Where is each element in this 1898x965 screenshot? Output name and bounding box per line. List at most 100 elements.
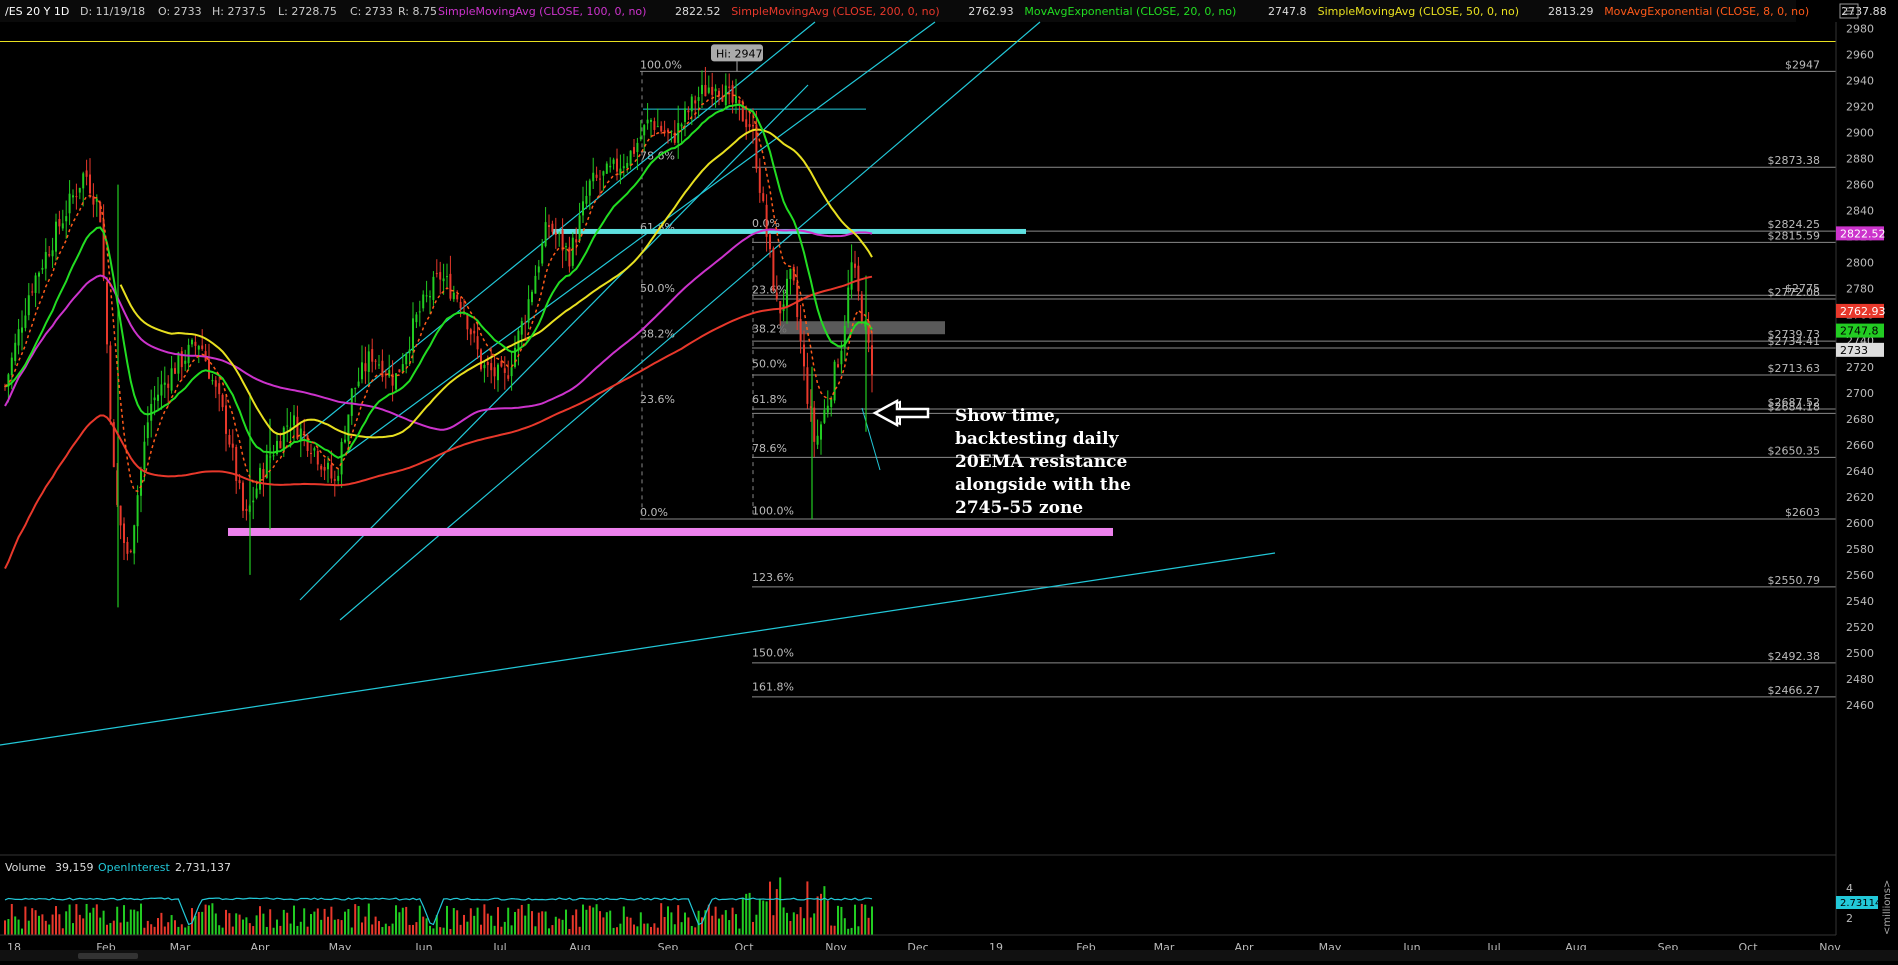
candle-body bbox=[820, 424, 822, 440]
candle-body bbox=[527, 299, 530, 323]
candle-body bbox=[772, 248, 775, 291]
candle-body bbox=[21, 327, 23, 333]
price-badge: 2762.93 bbox=[1840, 305, 1886, 318]
open-label: O: 2733 bbox=[158, 5, 202, 18]
volume-bar bbox=[616, 927, 618, 935]
candle-body bbox=[425, 295, 428, 297]
volume-bar bbox=[561, 919, 564, 935]
volume-bar bbox=[738, 928, 741, 935]
candle-body bbox=[299, 428, 302, 440]
candle-body bbox=[272, 455, 275, 457]
study-value: 2747.8 bbox=[1268, 5, 1307, 18]
volume-bar bbox=[507, 907, 510, 935]
candle-body bbox=[609, 165, 612, 168]
candle-body bbox=[442, 278, 445, 282]
candle-body bbox=[599, 178, 601, 180]
volume-bar bbox=[565, 909, 567, 935]
study-label: MovAvgExponential (CLOSE, 20, 0, no) bbox=[1024, 5, 1236, 18]
candle-body bbox=[126, 541, 129, 554]
volume-bar bbox=[752, 921, 754, 935]
annotation-line: alongside with the bbox=[955, 475, 1131, 495]
volume-bar bbox=[854, 904, 856, 935]
volume-bar bbox=[211, 903, 214, 935]
candle-body bbox=[677, 123, 680, 143]
volume-bar bbox=[344, 911, 346, 935]
candle-body bbox=[561, 229, 564, 251]
candle-body bbox=[854, 263, 856, 268]
candle-body bbox=[354, 387, 357, 389]
candle-body bbox=[871, 345, 873, 376]
volume-bar bbox=[85, 903, 88, 935]
candle-body bbox=[758, 168, 761, 193]
volume-bar bbox=[316, 908, 319, 935]
study-value: 2813.29 bbox=[1548, 5, 1594, 18]
candle-body bbox=[660, 125, 663, 132]
candle-body bbox=[262, 469, 265, 479]
candle-body bbox=[55, 221, 57, 252]
chart[interactable]: /ES 20 Y 1D D: 11/19/18 O: 2733 H: 2737.… bbox=[0, 0, 1898, 961]
fib-label: 23.6% bbox=[752, 284, 787, 297]
volume-bar bbox=[231, 926, 234, 935]
volume-bar bbox=[272, 927, 275, 935]
scrollbar-track[interactable] bbox=[0, 950, 1898, 961]
candle-body bbox=[684, 108, 686, 122]
volume-bar bbox=[350, 927, 353, 935]
candle-body bbox=[704, 84, 707, 97]
candle-body bbox=[435, 273, 438, 275]
chart-canvas[interactable]: /ES 20 Y 1D D: 11/19/18 O: 2733 H: 2737.… bbox=[0, 0, 1898, 961]
volume-bar bbox=[177, 926, 180, 935]
volume-bar bbox=[483, 904, 486, 935]
candle-body bbox=[446, 276, 448, 278]
volume-bar bbox=[361, 922, 363, 935]
volume-bar bbox=[731, 907, 734, 935]
volume-bar bbox=[102, 910, 105, 935]
date-label: D: 11/19/18 bbox=[80, 5, 145, 18]
volume-bar bbox=[367, 903, 370, 935]
volume-bar bbox=[204, 904, 207, 935]
candle-body bbox=[738, 99, 741, 104]
price-badge: 2733 bbox=[1840, 344, 1868, 357]
candle-body bbox=[639, 136, 642, 140]
volume-bar bbox=[646, 923, 649, 935]
candle-body bbox=[218, 383, 221, 395]
scrollbar-thumb[interactable] bbox=[78, 953, 138, 959]
candle-body bbox=[177, 352, 180, 374]
volume-bar bbox=[541, 911, 544, 935]
volume-bar bbox=[850, 927, 853, 935]
volume-bar bbox=[330, 906, 333, 935]
price-level-label: $2492.38 bbox=[1768, 650, 1821, 663]
volume-bar bbox=[531, 911, 533, 935]
candle-body bbox=[408, 349, 411, 354]
volume-bar bbox=[463, 914, 465, 935]
volume-bar bbox=[660, 903, 663, 935]
annotation-line: Show time, bbox=[955, 406, 1061, 426]
candle-body bbox=[214, 380, 217, 387]
volume-bar bbox=[497, 907, 499, 935]
volume-bar bbox=[221, 927, 224, 935]
volume-bar bbox=[48, 924, 51, 935]
candle-body bbox=[731, 85, 734, 103]
fib-label: 50.0% bbox=[640, 282, 675, 295]
volume-bar bbox=[779, 877, 782, 935]
volume-bar bbox=[544, 911, 547, 935]
volume-bar bbox=[174, 920, 176, 935]
candle-body bbox=[238, 480, 241, 484]
candle-body bbox=[174, 368, 176, 374]
range-label: R: 8.75 bbox=[398, 5, 437, 18]
volume-bar bbox=[578, 926, 581, 935]
volume-bar bbox=[728, 920, 731, 935]
candle-body bbox=[208, 359, 210, 379]
candle-body bbox=[813, 407, 816, 442]
close-label: C: 2733 bbox=[350, 5, 393, 18]
y-tick-label: 2920 bbox=[1846, 101, 1874, 114]
volume-bar bbox=[340, 920, 343, 935]
high-callout-label: Hi: 2947 bbox=[716, 47, 763, 60]
y-tick-label: 2480 bbox=[1846, 673, 1874, 686]
candle-body bbox=[89, 174, 91, 194]
volume-bar bbox=[667, 906, 669, 935]
volume-bar bbox=[857, 926, 860, 935]
volume-bar bbox=[755, 914, 758, 935]
candle-body bbox=[748, 124, 751, 127]
volume-bar bbox=[408, 924, 411, 935]
candle-body bbox=[544, 222, 547, 247]
